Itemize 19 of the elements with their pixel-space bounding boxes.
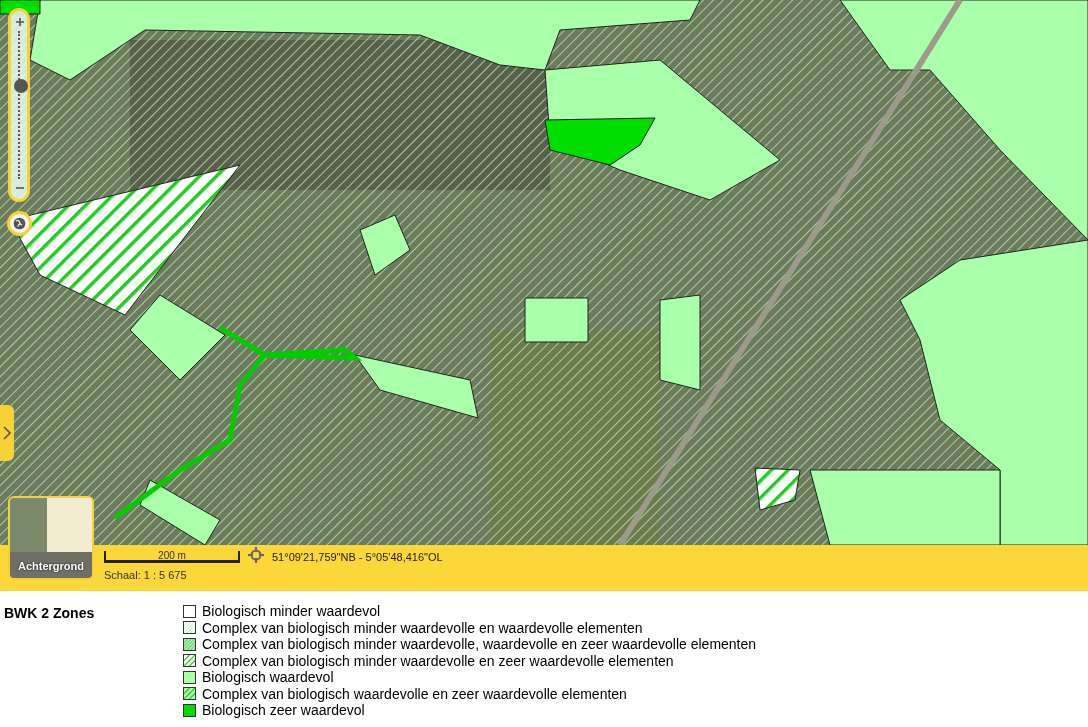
legend-label: Complex van biologisch minder waardevolle, waardevolle en zeer waardevolle elementen <box>202 636 757 653</box>
legend-label: Biologisch minder waardevol <box>202 603 381 620</box>
scale-text: Schaal: 1 : 5 675 <box>104 569 188 581</box>
coordinates-text: 51°09'21,759"NB - 5°05'48,416"OL <box>272 551 443 563</box>
crosshair-icon[interactable] <box>248 547 264 563</box>
legend-title: BWK 2 Zones <box>4 604 96 623</box>
expand-panel-button[interactable] <box>0 405 14 461</box>
plus-icon[interactable] <box>15 17 25 27</box>
legend-label: Complex van biologisch minder waardevolle en waardevolle elementen <box>202 619 643 636</box>
slider-thumb[interactable] <box>14 78 28 93</box>
legend-label: Complex van biologisch waardevolle en zeer waardevolle elementen <box>202 685 627 702</box>
globe-icon <box>13 217 26 230</box>
legend-label: Biologisch zeer waardevol <box>202 702 365 719</box>
legend-label: Biologisch waardevol <box>202 669 334 686</box>
zoom-slider[interactable] <box>8 8 30 202</box>
scale-bar: 200 m <box>104 551 240 563</box>
chevron-right-icon <box>3 426 11 440</box>
legend-label: Complex van biologisch minder waardevolle en zeer waardevolle elementen <box>202 652 674 669</box>
background-layer-button[interactable]: Achtergrond <box>8 496 94 580</box>
